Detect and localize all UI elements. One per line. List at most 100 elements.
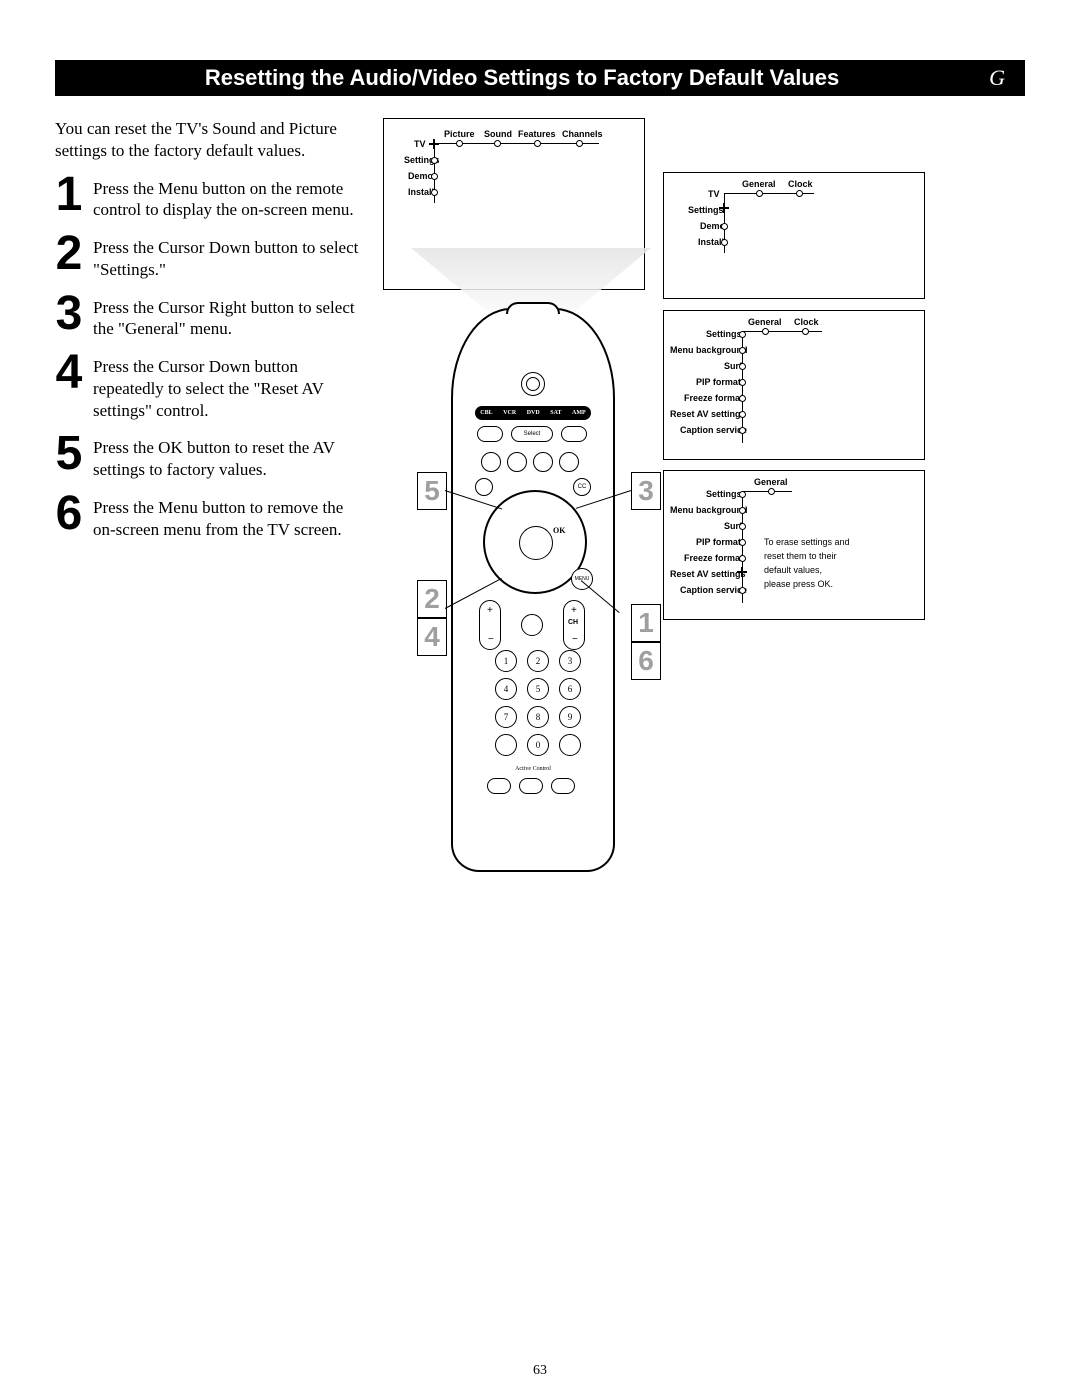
step-text: Press the Cursor Down button repeatedly … (93, 354, 365, 421)
key-2: 2 (527, 650, 549, 672)
step-number: 2 (55, 235, 83, 281)
menu-tv: TV (414, 139, 426, 149)
ir-window (506, 302, 560, 314)
callout-6: 6 (631, 642, 661, 680)
menu-caption: Caption service (680, 425, 747, 435)
key-0: 0 (527, 734, 549, 756)
menu-settings: Settings (706, 329, 742, 339)
active-control-label: Active Control (453, 766, 613, 772)
channel-rocker: + CH − (563, 600, 585, 650)
page-title: Resetting the Audio/Video Settings to Fa… (65, 65, 979, 91)
menu-menu-bg: Menu background (670, 505, 748, 515)
cursor-icon (737, 567, 747, 577)
menu-picture: Picture (444, 129, 475, 139)
key-7: 7 (495, 706, 517, 728)
step-number: 1 (55, 176, 83, 222)
reset-msg-line: To erase settings and (764, 537, 850, 547)
blank-button-1 (507, 452, 527, 472)
osd-screen-3: General Clock Settings Menu background S… (663, 310, 925, 460)
device-cbl: CBL (480, 410, 492, 416)
menu-demo: Demo (408, 171, 433, 181)
device-dvd: DVD (527, 410, 540, 416)
menu-channels: Channels (562, 129, 603, 139)
content: You can reset the TV's Sound and Picture… (55, 118, 1025, 554)
menu-reset-av: Reset AV settings (670, 409, 746, 419)
steps-list: 1 Press the Menu button on the remote co… (55, 176, 365, 541)
step-4: 4 Press the Cursor Down button repeatedl… (55, 354, 365, 421)
step-number: 5 (55, 435, 83, 481)
menu-clock: Clock (788, 179, 813, 189)
menu-menu-bg: Menu background (670, 345, 748, 355)
cursor-icon (429, 139, 439, 149)
reset-msg-line: please press OK. (764, 579, 833, 589)
power-button (521, 372, 545, 396)
menu-tv: TV (708, 189, 720, 199)
surround-button (559, 452, 579, 472)
step-number: 3 (55, 295, 83, 341)
menu-general: General (742, 179, 776, 189)
step-3: 3 Press the Cursor Right button to selec… (55, 295, 365, 341)
callout-4: 4 (417, 618, 447, 656)
reset-msg-line: reset them to their (764, 551, 837, 561)
select-button: Select (511, 426, 553, 442)
callout-5: 5 (417, 472, 447, 510)
menu-sound: Sound (484, 129, 512, 139)
key-9: 9 (559, 706, 581, 728)
device-sat: SAT (550, 410, 561, 416)
menu-freeze: Freeze format (684, 553, 743, 563)
back-button (475, 478, 493, 496)
cc-button: CC (573, 478, 591, 496)
device-amp: AMP (572, 410, 586, 416)
osd-screen-4: General Settings Menu background Surf PI… (663, 470, 925, 620)
device-vcr: VCR (503, 410, 516, 416)
menu-pip: PIP format (696, 377, 741, 387)
ok-button (519, 526, 553, 560)
key-8: 8 (527, 706, 549, 728)
osd-screen-2: General Clock TV Settings Demo Install (663, 172, 925, 299)
figures-column: Picture Sound Features Channels TV Setti… (383, 118, 1025, 554)
instructions-column: You can reset the TV's Sound and Picture… (55, 118, 365, 554)
next-button (561, 426, 587, 442)
menu-caption: Caption service (680, 585, 747, 595)
reset-msg-line: default values, (764, 565, 822, 575)
menu-settings: Settings (706, 489, 742, 499)
callout-3: 3 (631, 472, 661, 510)
page: Resetting the Audio/Video Settings to Fa… (0, 0, 1080, 1397)
remote-body: CBL VCR DVD SAT AMP Select CC (451, 308, 615, 872)
key-3: 3 (559, 650, 581, 672)
menu-general: General (754, 477, 788, 487)
intro-text: You can reset the TV's Sound and Picture… (55, 118, 365, 162)
key-1: 1 (495, 650, 517, 672)
step-number: 4 (55, 354, 83, 421)
menu-freeze: Freeze format (684, 393, 743, 403)
mute-2-button (521, 614, 543, 636)
device-selector-bar: CBL VCR DVD SAT AMP (475, 406, 591, 420)
blank-button-2 (533, 452, 553, 472)
prev-button (477, 426, 503, 442)
bottom-btn-2 (519, 778, 543, 794)
menu-general: General (748, 317, 782, 327)
step-number: 6 (55, 495, 83, 541)
cursor-icon (719, 203, 729, 213)
step-text: Press the Menu button to remove the on-s… (93, 495, 365, 541)
remote-diagram: CBL VCR DVD SAT AMP Select CC (441, 308, 621, 868)
volume-rocker: + − (479, 600, 501, 650)
callout-2: 2 (417, 580, 447, 618)
menu-pip: PIP format (696, 537, 741, 547)
menu-clock: Clock (794, 317, 819, 327)
step-text: Press the Cursor Right button to select … (93, 295, 365, 341)
step-5: 5 Press the OK button to reset the AV se… (55, 435, 365, 481)
key-5: 5 (527, 678, 549, 700)
numeric-keypad: 1 2 3 4 5 6 7 8 9 0 (495, 650, 581, 756)
ch-label: CH (568, 619, 578, 626)
callout-1: 1 (631, 604, 661, 642)
bottom-btn-1 (487, 778, 511, 794)
step-2: 2 Press the Cursor Down button to select… (55, 235, 365, 281)
power-icon (526, 377, 540, 391)
bottom-btn-3 (551, 778, 575, 794)
ok-label: OK (553, 526, 565, 535)
mute-button (481, 452, 501, 472)
menu-reset-av: Reset AV settings (670, 569, 746, 579)
step-text: Press the OK button to reset the AV sett… (93, 435, 365, 481)
menu-features: Features (518, 129, 556, 139)
